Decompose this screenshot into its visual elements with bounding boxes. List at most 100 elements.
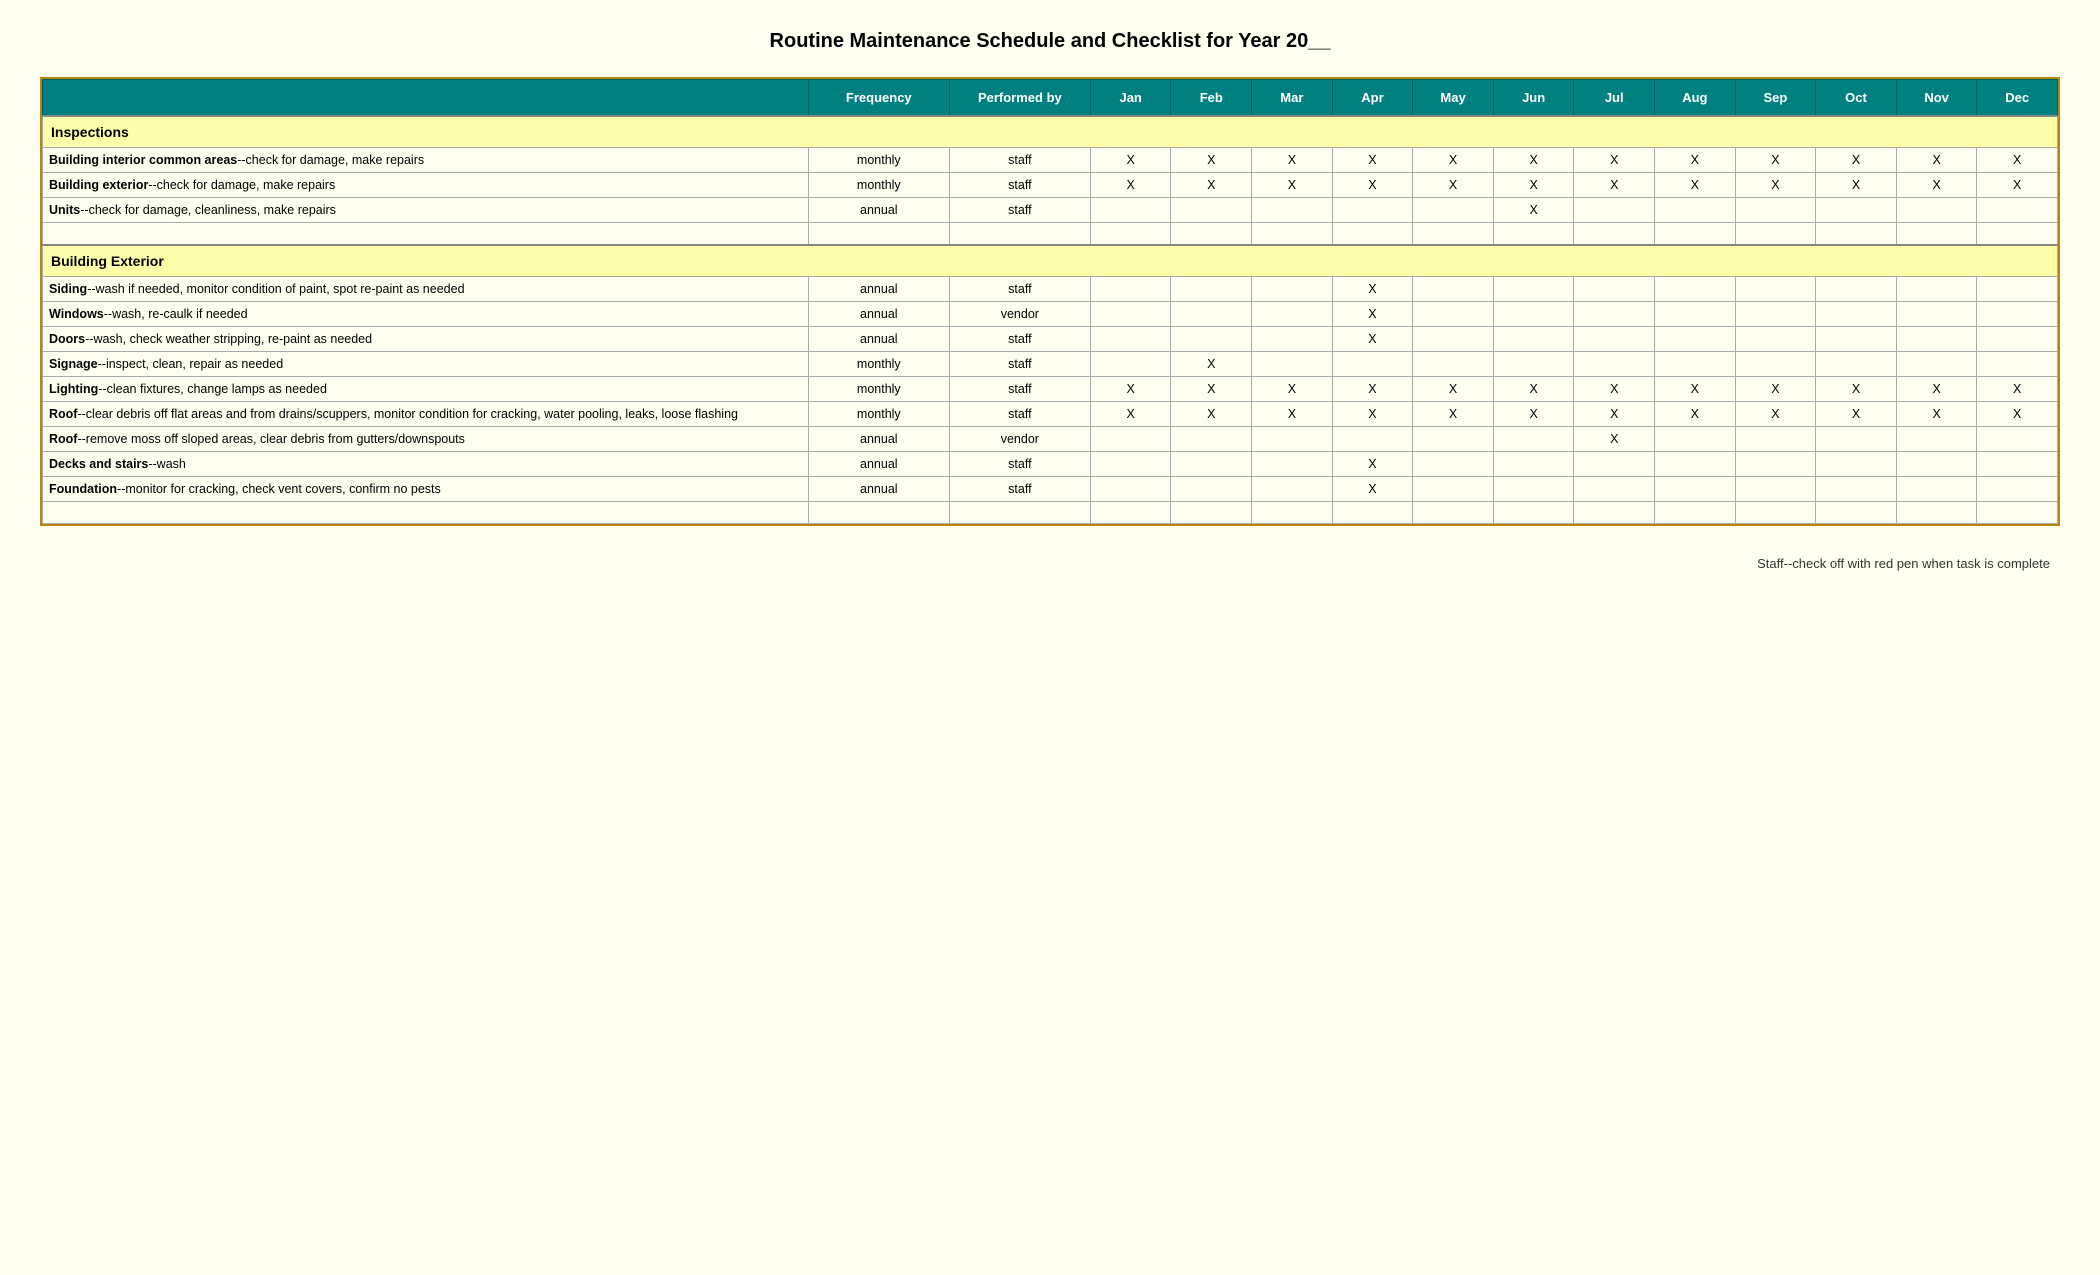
task-cell: Lighting--clean fixtures, change lamps a… — [43, 376, 809, 401]
month-cell-jun — [1493, 276, 1574, 301]
frequency-cell: monthly — [808, 351, 949, 376]
month-cell-nov — [1896, 276, 1977, 301]
month-cell-oct — [1816, 198, 1897, 223]
month-cell-jan — [1090, 451, 1171, 476]
month-cell-mar: X — [1252, 173, 1333, 198]
month-cell-oct — [1816, 351, 1897, 376]
performed-by-cell: staff — [949, 451, 1090, 476]
month-cell-feb: X — [1171, 376, 1252, 401]
frequency-cell: annual — [808, 198, 949, 223]
month-cell-oct — [1816, 276, 1897, 301]
performed-by-cell: staff — [949, 476, 1090, 501]
month-cell-jul — [1574, 451, 1655, 476]
month-cell-jul: X — [1574, 426, 1655, 451]
month-cell-oct — [1816, 426, 1897, 451]
col-header-aug: Aug — [1655, 80, 1736, 117]
table-row: Doors--wash, check weather stripping, re… — [43, 326, 2058, 351]
table-row: Units--check for damage, cleanliness, ma… — [43, 198, 2058, 223]
table-row: Building exterior--check for damage, mak… — [43, 173, 2058, 198]
month-cell-feb — [1171, 198, 1252, 223]
month-cell-mar — [1252, 501, 1333, 523]
month-cell-may — [1413, 501, 1494, 523]
month-cell-aug — [1655, 501, 1736, 523]
month-cell-mar — [1252, 451, 1333, 476]
month-cell-may — [1413, 276, 1494, 301]
footer-note: Staff--check off with red pen when task … — [40, 556, 2060, 571]
month-cell-aug — [1655, 301, 1736, 326]
task-cell: Siding--wash if needed, monitor conditio… — [43, 276, 809, 301]
month-cell-may: X — [1413, 148, 1494, 173]
month-cell-mar — [1252, 426, 1333, 451]
table-row: Foundation--monitor for cracking, check … — [43, 476, 2058, 501]
task-cell: Foundation--monitor for cracking, check … — [43, 476, 809, 501]
table-row: Building interior common areas--check fo… — [43, 148, 2058, 173]
performed-by-cell: staff — [949, 148, 1090, 173]
performed-by-cell: vendor — [949, 301, 1090, 326]
month-cell-nov — [1896, 223, 1977, 245]
performed-by-cell: staff — [949, 276, 1090, 301]
month-cell-oct: X — [1816, 401, 1897, 426]
month-cell-jan — [1090, 326, 1171, 351]
month-cell-may — [1413, 326, 1494, 351]
frequency-cell: annual — [808, 301, 949, 326]
month-cell-may — [1413, 451, 1494, 476]
month-cell-nov — [1896, 476, 1977, 501]
frequency-cell: annual — [808, 451, 949, 476]
month-cell-dec: X — [1977, 376, 2058, 401]
schedule-table: Frequency Performed by Jan Feb Mar Apr M… — [42, 79, 2058, 524]
frequency-cell: monthly — [808, 148, 949, 173]
month-cell-may — [1413, 301, 1494, 326]
col-header-task — [43, 80, 809, 117]
col-header-jun: Jun — [1493, 80, 1574, 117]
month-cell-aug: X — [1655, 401, 1736, 426]
month-cell-may — [1413, 426, 1494, 451]
month-cell-jul — [1574, 276, 1655, 301]
month-cell-jul: X — [1574, 173, 1655, 198]
month-cell-nov — [1896, 426, 1977, 451]
month-cell-jun: X — [1493, 148, 1574, 173]
month-cell-dec — [1977, 351, 2058, 376]
schedule-table-container: Frequency Performed by Jan Feb Mar Apr M… — [40, 77, 2060, 526]
month-cell-feb — [1171, 223, 1252, 245]
month-cell-oct: X — [1816, 376, 1897, 401]
month-cell-oct — [1816, 501, 1897, 523]
month-cell-may — [1413, 476, 1494, 501]
task-cell: Roof--clear debris off flat areas and fr… — [43, 401, 809, 426]
month-cell-jul — [1574, 198, 1655, 223]
month-cell-jun — [1493, 476, 1574, 501]
month-cell-sep: X — [1735, 173, 1816, 198]
month-cell-oct — [1816, 301, 1897, 326]
col-header-dec: Dec — [1977, 80, 2058, 117]
month-cell-jun: X — [1493, 173, 1574, 198]
frequency-cell: annual — [808, 276, 949, 301]
performed-by-cell: vendor — [949, 426, 1090, 451]
month-cell-aug — [1655, 451, 1736, 476]
month-cell-apr: X — [1332, 401, 1413, 426]
table-row: Roof--remove moss off sloped areas, clea… — [43, 426, 2058, 451]
month-cell-apr: X — [1332, 376, 1413, 401]
month-cell-oct: X — [1816, 173, 1897, 198]
month-cell-feb — [1171, 276, 1252, 301]
task-cell: Roof--remove moss off sloped areas, clea… — [43, 426, 809, 451]
month-cell-feb — [1171, 301, 1252, 326]
category-label: Inspections — [43, 116, 2058, 148]
col-header-mar: Mar — [1252, 80, 1333, 117]
month-cell-may: X — [1413, 173, 1494, 198]
month-cell-dec — [1977, 451, 2058, 476]
month-cell-feb: X — [1171, 351, 1252, 376]
month-cell-jun — [1493, 301, 1574, 326]
task-cell: Units--check for damage, cleanliness, ma… — [43, 198, 809, 223]
month-cell-may: X — [1413, 376, 1494, 401]
month-cell-jul — [1574, 501, 1655, 523]
month-cell-apr: X — [1332, 173, 1413, 198]
month-cell-aug — [1655, 326, 1736, 351]
month-cell-dec: X — [1977, 401, 2058, 426]
month-cell-aug: X — [1655, 173, 1736, 198]
month-cell-sep: X — [1735, 148, 1816, 173]
col-header-frequency: Frequency — [808, 80, 949, 117]
month-cell-aug: X — [1655, 376, 1736, 401]
month-cell-jun: X — [1493, 198, 1574, 223]
col-header-performed-by: Performed by — [949, 80, 1090, 117]
col-header-sep: Sep — [1735, 80, 1816, 117]
month-cell-apr — [1332, 351, 1413, 376]
